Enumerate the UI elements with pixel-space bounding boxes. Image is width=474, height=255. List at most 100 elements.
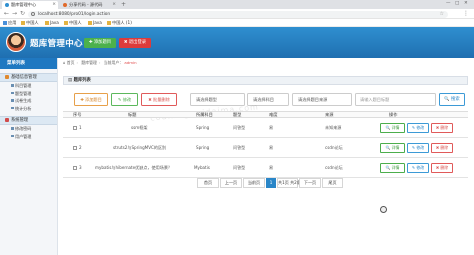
sidebar-item-label: 试卷生成 bbox=[15, 98, 32, 103]
detail-button[interactable]: 🔍 详情 bbox=[380, 163, 405, 173]
tab-label: 分享代码 - 源代码 bbox=[69, 2, 103, 7]
close-window-button[interactable]: ✕ bbox=[464, 1, 468, 6]
browser-tab-inactive[interactable]: 分享代码 - 源代码 × bbox=[60, 1, 118, 9]
row-type: 问答型 bbox=[233, 145, 246, 150]
pager-page[interactable]: 1 bbox=[266, 178, 276, 188]
pager-first[interactable]: 首页 bbox=[197, 178, 219, 188]
sidebar-item-label: 用户管理 bbox=[15, 133, 32, 139]
bookmark-label: 应用 bbox=[8, 20, 17, 25]
minimize-button[interactable]: — bbox=[446, 1, 451, 6]
bookmark-item[interactable]: 中国人 bbox=[64, 19, 82, 27]
folder-icon bbox=[21, 21, 25, 25]
panel-title: 题库列表 bbox=[73, 78, 91, 83]
row-select[interactable]: 3 bbox=[73, 158, 82, 178]
sidebar-item-subject[interactable]: 科目管理 bbox=[0, 82, 57, 90]
bullet-icon bbox=[11, 84, 14, 87]
pager-last[interactable]: 尾页 bbox=[322, 178, 343, 188]
row-type: 问答型 bbox=[233, 125, 246, 130]
browser-tab-active[interactable]: 题库管理中心 × bbox=[2, 1, 58, 9]
current-user: admin bbox=[124, 60, 137, 65]
bookmark-item[interactable]: 中国人 bbox=[21, 19, 39, 27]
group-label: 基础信息管理 bbox=[11, 75, 37, 80]
row-source: csdn论坛 bbox=[325, 165, 343, 170]
bookmark-star-icon[interactable]: ☆ bbox=[440, 11, 444, 18]
modify-button[interactable]: ✎ 修改 bbox=[407, 123, 429, 133]
breadcrumb-question-bank[interactable]: 题库管理 bbox=[81, 60, 97, 65]
add-question-button[interactable]: ✚ 添加题目 bbox=[74, 93, 108, 106]
close-tab-icon[interactable]: × bbox=[52, 1, 56, 9]
site-info-icon[interactable] bbox=[31, 12, 35, 16]
browser-tab-bar: 题库管理中心 × 分享代码 - 源代码 × + — □ ✕ bbox=[0, 0, 474, 9]
row-number: 2 bbox=[79, 145, 82, 150]
row-level: 易 bbox=[269, 125, 274, 130]
bullet-icon bbox=[11, 91, 14, 94]
question-table: 序号 标题 所属科目 题型 难度 来源 操作 1 ssm框架 Spring 问答… bbox=[63, 111, 468, 178]
sidebar-group-basic[interactable]: 基础信息管理 bbox=[0, 73, 57, 82]
browser-menu-icon[interactable]: ⋮ bbox=[463, 9, 469, 18]
page-favicon-icon bbox=[63, 3, 67, 7]
search-button[interactable]: 🔍 搜索 bbox=[439, 93, 465, 106]
bookmarks-bar: 应用 中国人 Java 中国人 Java 中国人 (1) bbox=[0, 19, 474, 27]
modify-button[interactable]: ✎ 修改 bbox=[407, 163, 429, 173]
page-favicon-icon bbox=[5, 3, 9, 7]
sidebar-item-label: 科目管理 bbox=[15, 83, 32, 88]
delete-button[interactable]: ✖ 删除 bbox=[431, 143, 453, 153]
bookmark-item[interactable]: Java bbox=[45, 19, 59, 27]
back-icon[interactable]: ← bbox=[4, 10, 9, 18]
bookmark-apps[interactable]: 应用 bbox=[3, 19, 16, 27]
checkbox[interactable] bbox=[73, 165, 77, 170]
header-add-question-button[interactable]: ✚ 添加题目 bbox=[84, 38, 116, 48]
sidebar-item-type[interactable]: 题型管理 bbox=[0, 90, 57, 98]
sidebar-item-password[interactable]: 修改密码 bbox=[0, 125, 57, 133]
edit-button[interactable]: ✎ 修改 bbox=[111, 93, 138, 106]
url-field[interactable]: localhost:8080/pro01/login.action ☆ bbox=[28, 10, 448, 18]
new-tab-button[interactable]: + bbox=[121, 1, 127, 8]
folder-icon bbox=[64, 21, 68, 25]
source-select[interactable]: 请选择题目来源 bbox=[292, 93, 352, 106]
row-select[interactable]: 2 bbox=[73, 138, 82, 158]
bullet-icon bbox=[11, 106, 14, 109]
address-bar-row: ← → ↻ localhost:8080/pro01/login.action … bbox=[0, 9, 474, 19]
delete-button[interactable]: ✖ 删除 bbox=[431, 123, 453, 133]
row-title: ssm框架 bbox=[131, 125, 148, 130]
breadcrumb-user-label: 当前用户： bbox=[103, 60, 124, 65]
detail-button[interactable]: 🔍 详情 bbox=[380, 143, 405, 153]
sidebar-item-stats[interactable]: 统计分析 bbox=[0, 105, 57, 113]
reload-icon[interactable]: ↻ bbox=[20, 10, 25, 18]
modify-button[interactable]: ✎ 修改 bbox=[407, 143, 429, 153]
tab-label: 题库管理中心 bbox=[11, 2, 37, 7]
sidebar-group-system[interactable]: 系统管理 bbox=[0, 116, 57, 125]
batch-delete-button[interactable]: ✖ 批量删除 bbox=[141, 93, 177, 106]
table-row[interactable]: 3 mybatis与hibernate优缺点，使用场景？ Mybatis 问答型… bbox=[63, 158, 468, 178]
bookmark-item[interactable]: Java bbox=[88, 19, 102, 27]
keyword-input[interactable]: 请输入题目标题 bbox=[355, 93, 436, 106]
maximize-button[interactable]: □ bbox=[455, 1, 459, 6]
checkbox[interactable] bbox=[73, 145, 77, 150]
forward-icon[interactable]: → bbox=[12, 10, 17, 18]
row-number: 1 bbox=[79, 125, 82, 130]
breadcrumb: ⌂ 首页 › 题库管理 › 当前用户： admin bbox=[63, 60, 137, 65]
bullet-icon bbox=[11, 127, 14, 130]
sidebar-item-paper[interactable]: 试卷生成 bbox=[0, 97, 57, 105]
bookmark-item[interactable]: 中国人 (1) bbox=[107, 19, 132, 27]
row-subject: Spring bbox=[196, 145, 210, 150]
detail-button[interactable]: 🔍 详情 bbox=[380, 123, 405, 133]
sidebar-item-label: 题型管理 bbox=[15, 90, 32, 96]
row-select[interactable]: 1 bbox=[73, 118, 82, 138]
pager-prev[interactable]: 上一页 bbox=[220, 178, 242, 188]
breadcrumb-home[interactable]: 首页 bbox=[67, 60, 75, 65]
bullet-icon bbox=[11, 99, 14, 102]
sidebar-item-users[interactable]: 用户管理 bbox=[0, 133, 57, 141]
row-subject: Spring bbox=[196, 125, 210, 130]
checkbox[interactable] bbox=[73, 125, 77, 130]
table-row[interactable]: 2 struts2与SpringMVC的区别 Spring 问答型 易 csdn… bbox=[63, 138, 468, 158]
logout-button[interactable]: ✖ 退出登录 bbox=[119, 38, 151, 48]
row-source: 未知来源 bbox=[325, 125, 342, 130]
close-tab-icon[interactable]: × bbox=[112, 1, 116, 9]
pager-next[interactable]: 下一页 bbox=[299, 178, 321, 188]
panel-header: ▤ 题库列表 bbox=[63, 76, 468, 85]
row-title: struts2与SpringMVC的区别 bbox=[113, 145, 167, 150]
loading-cursor-icon bbox=[380, 206, 387, 213]
table-row[interactable]: 1 ssm框架 Spring 问答型 易 未知来源 🔍 详情 ✎ 修改 ✖ 删除 bbox=[63, 118, 468, 138]
delete-button[interactable]: ✖ 删除 bbox=[431, 163, 453, 173]
